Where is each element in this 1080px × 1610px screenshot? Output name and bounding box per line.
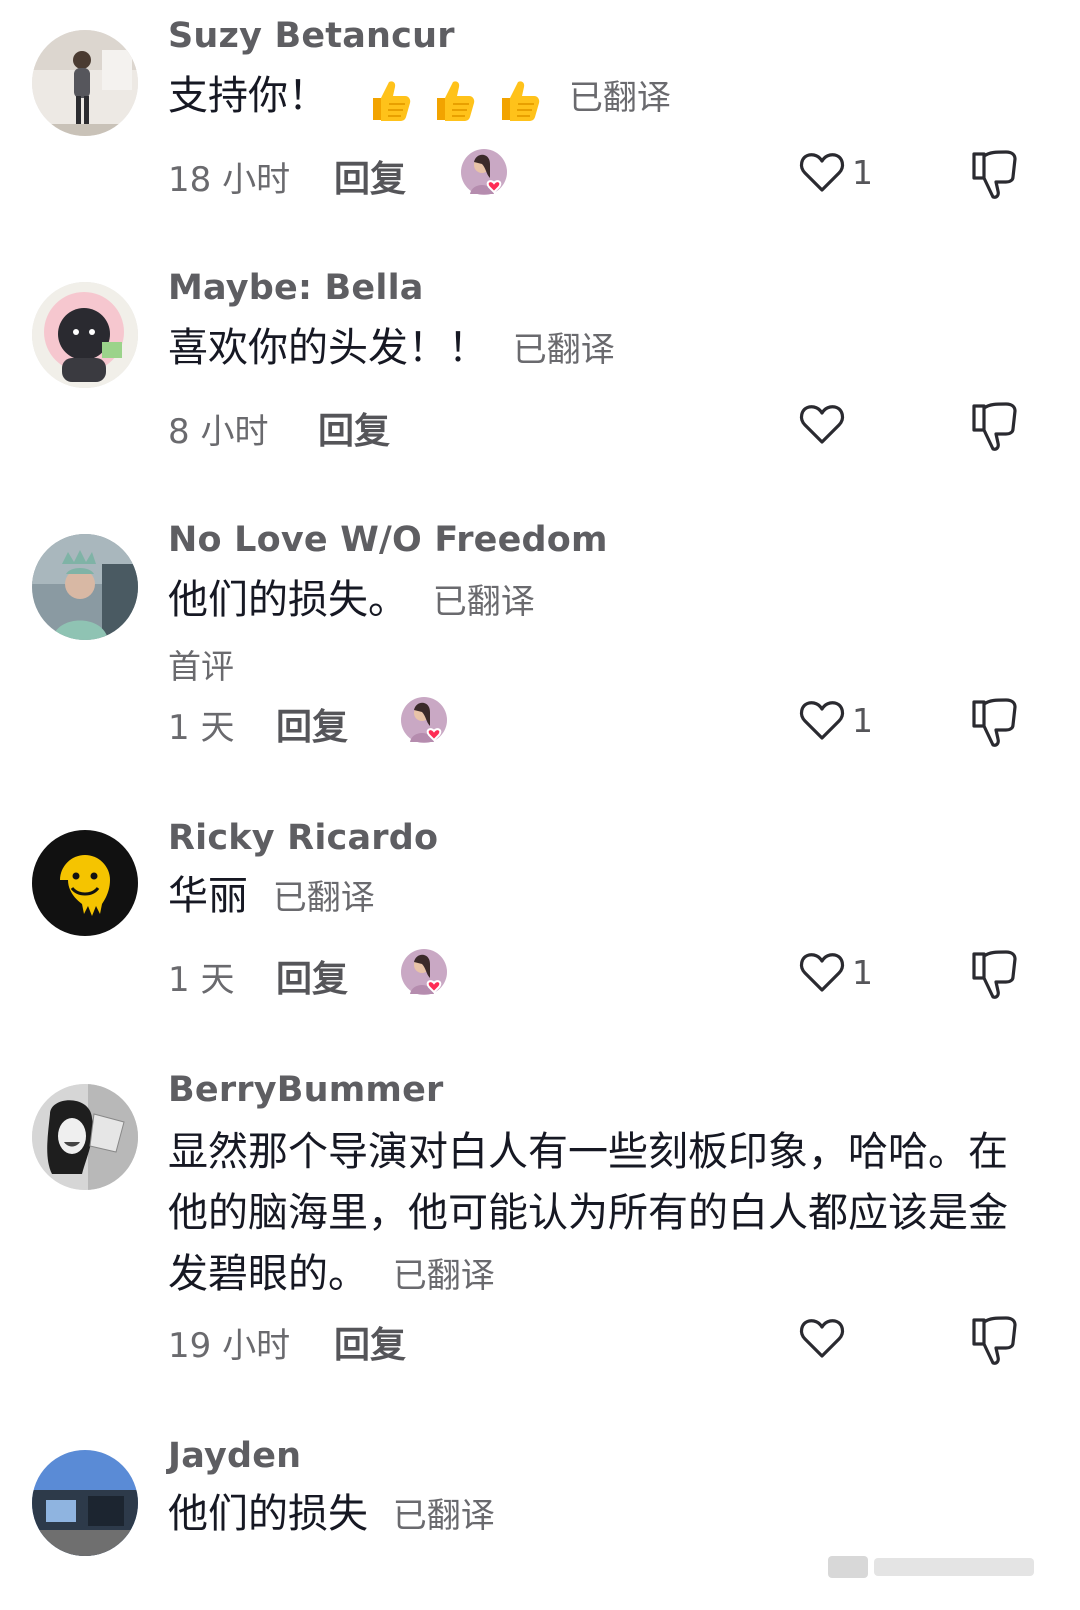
creator-liked-avatar bbox=[461, 149, 507, 195]
translated-label[interactable]: 已翻译 bbox=[393, 1496, 495, 1536]
heart-icon[interactable] bbox=[796, 694, 848, 746]
comment-time: 19 小时 bbox=[168, 1325, 291, 1366]
translated-label[interactable]: 已翻译 bbox=[433, 582, 535, 622]
comment-body: 他们的损失 bbox=[168, 1491, 368, 1537]
reply-button[interactable]: 回复 bbox=[276, 698, 348, 750]
reply-button[interactable]: 回复 bbox=[334, 1316, 406, 1368]
comment-text: 他们的损失。 已翻译 bbox=[168, 572, 1028, 631]
comment-text: 喜欢你的头发！！ 已翻译 bbox=[168, 320, 1028, 379]
translated-label[interactable]: 已翻译 bbox=[513, 330, 615, 370]
first-comment-tag: 首评 bbox=[168, 647, 234, 686]
heart-icon[interactable] bbox=[796, 1312, 848, 1364]
comment-body: 他们的损失。 bbox=[168, 577, 408, 623]
comment-body: 显然那个导演对白人有一些刻板印象，哈哈。在他的脑海里，他可能认为所有的白人都应该… bbox=[168, 1129, 1008, 1297]
like-count: 1 bbox=[852, 700, 873, 740]
reply-button[interactable]: 回复 bbox=[318, 402, 390, 454]
heart-icon[interactable] bbox=[796, 146, 848, 198]
watermark bbox=[828, 1556, 1034, 1578]
like-group: 1 bbox=[796, 146, 873, 198]
comment-username[interactable]: Jayden bbox=[168, 1436, 301, 1476]
comment-meta: 18 小时 回复 bbox=[168, 150, 406, 202]
comment-username[interactable]: Suzy Betancur bbox=[168, 16, 455, 56]
thumbs-up-icon bbox=[437, 80, 475, 121]
comment-body: 华丽 bbox=[168, 873, 248, 919]
translated-label[interactable]: 已翻译 bbox=[273, 878, 375, 918]
dislike-icon[interactable] bbox=[966, 144, 1022, 200]
comment-text: 华丽 已翻译 bbox=[168, 868, 1028, 927]
creator-liked-avatar bbox=[401, 949, 447, 995]
comment-username[interactable]: BerryBummer bbox=[168, 1070, 443, 1110]
comment-meta: 8 小时 回复 bbox=[168, 402, 390, 454]
comment-time: 1 天 bbox=[168, 707, 235, 748]
like-count: 1 bbox=[852, 952, 873, 992]
avatar[interactable] bbox=[32, 1450, 138, 1556]
like-group: 1 bbox=[796, 694, 873, 746]
comment-username[interactable]: Maybe: Bella bbox=[168, 268, 424, 308]
heart-icon[interactable] bbox=[796, 946, 848, 998]
like-group: 1 bbox=[796, 946, 873, 998]
like-group bbox=[796, 1312, 848, 1364]
dislike-icon[interactable] bbox=[966, 692, 1022, 748]
heart-icon[interactable] bbox=[796, 398, 848, 450]
like-group bbox=[796, 398, 848, 450]
comment-text: 支持你！ 已翻译 bbox=[168, 68, 1028, 127]
comment-meta: 19 小时 回复 bbox=[168, 1316, 406, 1368]
comment-text: 显然那个导演对白人有一些刻板印象，哈哈。在他的脑海里，他可能认为所有的白人都应该… bbox=[168, 1122, 1018, 1307]
comment-meta: 1 天 回复 bbox=[168, 950, 348, 1002]
avatar[interactable] bbox=[32, 1084, 138, 1190]
comment-time: 8 小时 bbox=[168, 411, 269, 452]
thumbs-up-icon bbox=[502, 80, 540, 121]
dislike-icon[interactable] bbox=[966, 944, 1022, 1000]
avatar[interactable] bbox=[32, 534, 138, 640]
like-count: 1 bbox=[852, 152, 873, 192]
translated-label[interactable]: 已翻译 bbox=[569, 78, 671, 118]
reply-button[interactable]: 回复 bbox=[276, 950, 348, 1002]
translated-label[interactable]: 已翻译 bbox=[393, 1256, 495, 1296]
thumbs-up-icon bbox=[372, 80, 410, 121]
comment-time: 18 小时 bbox=[168, 159, 291, 200]
comment-body: 支持你！ bbox=[168, 73, 328, 119]
comment-body: 喜欢你的头发！！ bbox=[168, 325, 488, 371]
thumbs-up-emojis bbox=[363, 70, 544, 127]
comment-text: 他们的损失 已翻译 bbox=[168, 1486, 1028, 1545]
comment-meta: 1 天 回复 bbox=[168, 698, 348, 750]
dislike-icon[interactable] bbox=[966, 396, 1022, 452]
avatar[interactable] bbox=[32, 830, 138, 936]
reply-button[interactable]: 回复 bbox=[334, 150, 406, 202]
avatar[interactable] bbox=[32, 30, 138, 136]
dislike-icon[interactable] bbox=[966, 1310, 1022, 1366]
comment-time: 1 天 bbox=[168, 959, 235, 1000]
comment-username[interactable]: Ricky Ricardo bbox=[168, 818, 438, 858]
comment-username[interactable]: No Love W/O Freedom bbox=[168, 520, 608, 560]
avatar[interactable] bbox=[32, 282, 138, 388]
creator-liked-avatar bbox=[401, 697, 447, 743]
